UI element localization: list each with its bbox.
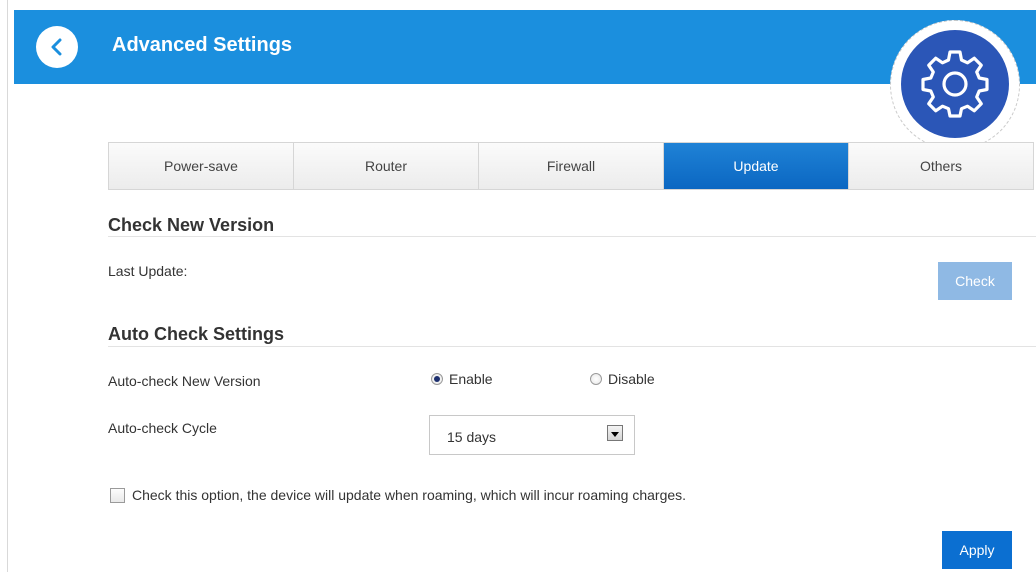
page-title: Advanced Settings [112, 34, 293, 56]
chevron-down-icon[interactable] [607, 425, 623, 441]
page-left-border [7, 0, 8, 572]
gear-badge [901, 30, 1009, 138]
disable-radio[interactable] [590, 373, 602, 385]
enable-radio-option[interactable]: Enable [431, 371, 493, 387]
divider [108, 236, 1036, 237]
apply-button[interactable]: Apply [942, 531, 1012, 569]
tab-power-save[interactable]: Power-save [109, 143, 294, 189]
check-button[interactable]: Check [938, 262, 1012, 300]
cycle-select-value: 15 days [447, 429, 497, 445]
header-bar: Advanced Settings [14, 10, 1036, 84]
auto-check-version-label: Auto-check New Version [108, 373, 261, 389]
auto-check-cycle-label: Auto-check Cycle [108, 420, 217, 436]
tab-others[interactable]: Others [849, 143, 1033, 189]
enable-radio[interactable] [431, 373, 443, 385]
gear-icon [921, 50, 989, 118]
settings-tabs: Power-save Router Firewall Update Others [108, 142, 1034, 190]
roaming-update-option[interactable]: Check this option, the device will updat… [110, 487, 686, 503]
divider [108, 346, 1036, 347]
last-update-label: Last Update: [108, 263, 188, 279]
roaming-update-checkbox[interactable] [110, 487, 125, 503]
tab-firewall[interactable]: Firewall [479, 143, 664, 189]
enable-radio-label: Enable [449, 371, 493, 387]
tab-router[interactable]: Router [294, 143, 479, 189]
disable-radio-label: Disable [608, 371, 655, 387]
tab-update[interactable]: Update [664, 143, 849, 189]
check-version-heading: Check New Version [108, 215, 275, 235]
chevron-left-icon [51, 38, 62, 56]
auto-check-heading: Auto Check Settings [108, 324, 285, 344]
back-button[interactable] [36, 26, 78, 68]
roaming-update-label: Check this option, the device will updat… [132, 487, 687, 503]
disable-radio-option[interactable]: Disable [590, 371, 655, 387]
cycle-select[interactable]: 15 days [429, 415, 635, 455]
